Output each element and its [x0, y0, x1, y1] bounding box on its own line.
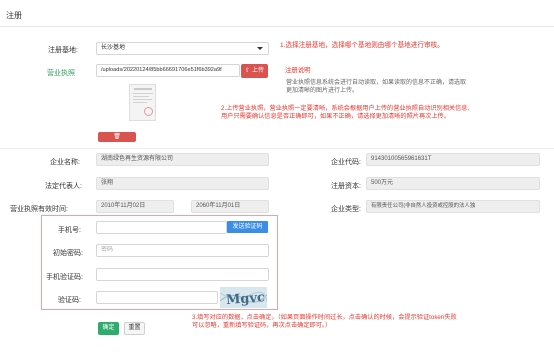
company-type-label: 企业类型: [331, 206, 361, 213]
note-1: 1.选择注册基地，选择哪个基地则由哪个基地进行审核。 [280, 42, 444, 49]
delete-license-button[interactable]: 🗑 [98, 132, 136, 142]
valid-to-field[interactable]: 2060年11月01日 [191, 200, 269, 213]
base-select-value: 长沙基地 [101, 45, 126, 51]
upload-label: 上传 [252, 68, 265, 74]
base-label: 注册基地: [48, 47, 78, 54]
company-type-field[interactable]: 有限责任公司(非自然人投资或控股的法人独 [366, 200, 540, 213]
section-divider [0, 148, 554, 149]
company-name-label: 企业名称: [50, 159, 80, 166]
hint-title: 注册说明 [285, 67, 311, 74]
page-title: 注册 [6, 11, 22, 20]
trash-icon: 🗑 [113, 134, 121, 140]
chevron-down-icon [257, 47, 263, 50]
captcha-graphic: Mgvc [220, 290, 267, 308]
header-divider [0, 26, 554, 27]
seal-icon [144, 107, 153, 116]
note-3-line-1: 3.填写对应的数据，点击确定，（如果页面操作时间过长，点击确认的时候，会提示验证… [192, 314, 457, 321]
captcha-input[interactable] [96, 291, 218, 304]
reg-capital-field[interactable]: 500万元 [366, 177, 540, 190]
send-code-button[interactable]: 发送验证码 [227, 221, 268, 233]
note-2: 2.上传营业执照，营业执照一定要清晰，系统会根据用户上传的营业执照自动识别相关信… [221, 105, 469, 121]
valid-from-field[interactable]: 2010年11月02日 [96, 200, 174, 213]
note-3-line-2: 可以忽略，重新填写验证码，再次点击确定即可。） [192, 322, 332, 330]
license-thumbnail[interactable] [129, 84, 156, 121]
valid-period-label: 营业执照有效时间: [10, 206, 68, 213]
password-input[interactable]: 密码 [96, 244, 269, 257]
company-code-field[interactable]: 91430100565961631T [366, 153, 540, 166]
upload-icon: ⇧ [244, 68, 250, 74]
license-path-field[interactable]: /uploads/20220124/85bb66691706e51f6b392a… [96, 64, 240, 77]
reset-button[interactable]: 重置 [124, 322, 145, 335]
company-name-field[interactable]: 湖南绿色再生资源有限公司 [96, 153, 269, 166]
sms-code-label: 手机验证码: [46, 274, 83, 281]
captcha-label: 验证码: [58, 297, 81, 304]
base-select[interactable]: 长沙基地 [96, 42, 269, 55]
legal-rep-label: 法定代表人: [45, 183, 82, 190]
hint-text: 营业执照信息系统会进行自动读取，如果读取的信息不正确，请选取 更加清晰的图片进行… [286, 79, 506, 95]
legal-rep-field[interactable]: 张翔 [96, 177, 269, 190]
hint-line-2: 更加清晰的图片进行上传。 [286, 88, 359, 94]
note-2-line-2: 用户只需要确认信息是否正确即可，如果不正确，请选择更加清晰的照片再次上传。 [221, 113, 450, 121]
note-3: 3.填写对应的数据，点击确定，（如果页面操作时间过长，点击确认的时候，会提示验证… [192, 314, 457, 330]
captcha-image[interactable]: Mgvc [220, 287, 267, 308]
sms-code-input[interactable] [96, 268, 269, 281]
note-2-line-1: 2.上传营业执照，营业执照一定要清晰，系统会根据用户上传的营业执照自动识别相关信… [221, 105, 470, 112]
password-label: 初始密码: [53, 250, 83, 257]
hint-line-1: 营业执照信息系统会进行自动读取，如果读取的信息不正确，请选取 [286, 80, 467, 86]
phone-input[interactable] [96, 221, 227, 234]
upload-button[interactable]: ⇧ 上传 [241, 64, 268, 78]
reg-capital-label: 注册资本: [331, 183, 361, 190]
phone-label: 手机号: [58, 227, 81, 234]
submit-button[interactable]: 确定 [98, 322, 119, 335]
company-code-label: 企业代码: [331, 159, 361, 166]
license-label: 营业执照 [47, 70, 75, 77]
captcha-text: Mgvc [226, 290, 266, 308]
